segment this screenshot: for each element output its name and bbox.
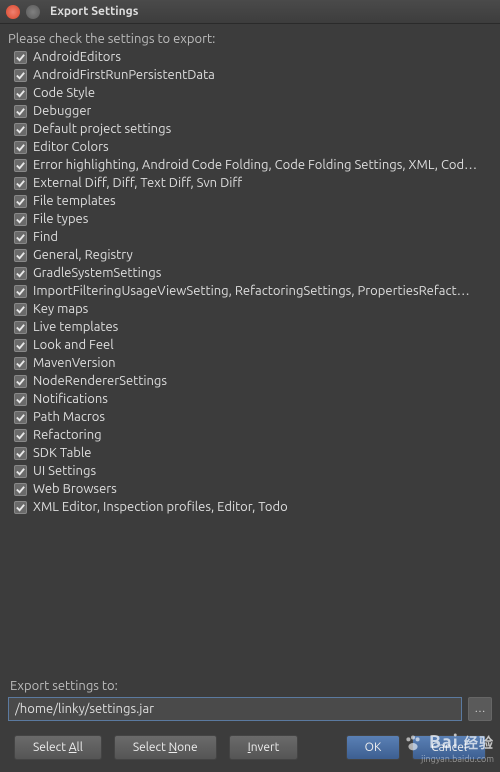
browse-button[interactable]: …: [468, 697, 492, 721]
list-item[interactable]: UI Settings: [8, 462, 492, 480]
list-item-label: Editor Colors: [33, 140, 109, 154]
list-item[interactable]: Default project settings: [8, 120, 492, 138]
list-item[interactable]: XML Editor, Inspection profiles, Editor,…: [8, 498, 492, 516]
list-item-label: Key maps: [33, 302, 88, 316]
list-item-label: Error highlighting, Android Code Folding…: [33, 158, 477, 172]
minimize-icon[interactable]: [26, 5, 40, 19]
export-path-input[interactable]: [8, 697, 462, 721]
list-item-label: NodeRendererSettings: [33, 374, 167, 388]
list-item[interactable]: AndroidFirstRunPersistentData: [8, 66, 492, 84]
list-item-label: Debugger: [33, 104, 91, 118]
list-item-label: File templates: [33, 194, 116, 208]
list-item[interactable]: Refactoring: [8, 426, 492, 444]
list-item[interactable]: External Diff, Diff, Text Diff, Svn Diff: [8, 174, 492, 192]
list-item[interactable]: File templates: [8, 192, 492, 210]
list-item-label: Notifications: [33, 392, 108, 406]
button-bar: Select All Select None Invert OK Cancel: [8, 735, 492, 772]
checkbox-icon[interactable]: [14, 195, 27, 208]
checkbox-icon[interactable]: [14, 429, 27, 442]
list-item[interactable]: Look and Feel: [8, 336, 492, 354]
list-item[interactable]: MavenVersion: [8, 354, 492, 372]
checkbox-icon[interactable]: [14, 69, 27, 82]
list-item[interactable]: ImportFilteringUsageViewSetting, Refacto…: [8, 282, 492, 300]
list-item-label: Find: [33, 230, 58, 244]
checkbox-icon[interactable]: [14, 321, 27, 334]
list-item[interactable]: General, Registry: [8, 246, 492, 264]
list-item-label: Live templates: [33, 320, 118, 334]
list-item-label: File types: [33, 212, 88, 226]
close-icon[interactable]: [6, 5, 20, 19]
cancel-button[interactable]: Cancel: [412, 735, 486, 760]
checkbox-icon[interactable]: [14, 87, 27, 100]
list-item-label: Look and Feel: [33, 338, 114, 352]
content-area: Please check the settings to export: And…: [0, 24, 500, 772]
list-item[interactable]: Key maps: [8, 300, 492, 318]
list-item[interactable]: GradleSystemSettings: [8, 264, 492, 282]
ok-button[interactable]: OK: [346, 735, 401, 760]
list-item-label: SDK Table: [33, 446, 91, 460]
checkbox-icon[interactable]: [14, 213, 27, 226]
checkbox-icon[interactable]: [14, 177, 27, 190]
list-item-label: AndroidFirstRunPersistentData: [33, 68, 215, 82]
prompt-text: Please check the settings to export:: [8, 32, 492, 46]
checkbox-icon[interactable]: [14, 285, 27, 298]
list-item[interactable]: Live templates: [8, 318, 492, 336]
checkbox-icon[interactable]: [14, 303, 27, 316]
checkbox-icon[interactable]: [14, 465, 27, 478]
list-item[interactable]: Debugger: [8, 102, 492, 120]
checkbox-icon[interactable]: [14, 483, 27, 496]
list-item[interactable]: Web Browsers: [8, 480, 492, 498]
checkbox-icon[interactable]: [14, 51, 27, 64]
window-title: Export Settings: [50, 5, 138, 18]
checkbox-icon[interactable]: [14, 123, 27, 136]
list-item[interactable]: File types: [8, 210, 492, 228]
list-item-label: General, Registry: [33, 248, 133, 262]
list-item-label: Code Style: [33, 86, 95, 100]
checkbox-icon[interactable]: [14, 447, 27, 460]
list-item-label: Refactoring: [33, 428, 102, 442]
checkbox-icon[interactable]: [14, 231, 27, 244]
list-item[interactable]: Code Style: [8, 84, 492, 102]
checkbox-icon[interactable]: [14, 501, 27, 514]
list-item-label: External Diff, Diff, Text Diff, Svn Diff: [33, 176, 242, 190]
list-item-label: Web Browsers: [33, 482, 117, 496]
checkbox-icon[interactable]: [14, 105, 27, 118]
list-item[interactable]: AndroidEditors: [8, 48, 492, 66]
list-item[interactable]: Editor Colors: [8, 138, 492, 156]
checkbox-icon[interactable]: [14, 357, 27, 370]
list-item[interactable]: Path Macros: [8, 408, 492, 426]
checkbox-icon[interactable]: [14, 339, 27, 352]
titlebar: Export Settings: [0, 0, 500, 24]
checkbox-icon[interactable]: [14, 267, 27, 280]
list-item[interactable]: SDK Table: [8, 444, 492, 462]
list-item[interactable]: Notifications: [8, 390, 492, 408]
checkbox-icon[interactable]: [14, 249, 27, 262]
list-item[interactable]: NodeRendererSettings: [8, 372, 492, 390]
select-all-button[interactable]: Select All: [14, 735, 102, 760]
list-item-label: Default project settings: [33, 122, 171, 136]
list-item-label: AndroidEditors: [33, 50, 121, 64]
checkbox-icon[interactable]: [14, 393, 27, 406]
list-item-label: Path Macros: [33, 410, 105, 424]
select-none-button[interactable]: Select None: [114, 735, 217, 760]
settings-list: AndroidEditors AndroidFirstRunPersistentD…: [8, 48, 492, 516]
checkbox-icon[interactable]: [14, 375, 27, 388]
invert-button[interactable]: Invert: [229, 735, 299, 760]
checkbox-icon[interactable]: [14, 411, 27, 424]
list-item-label: GradleSystemSettings: [33, 266, 161, 280]
export-label: Export settings to:: [10, 679, 492, 693]
list-item[interactable]: Find: [8, 228, 492, 246]
list-item-label: XML Editor, Inspection profiles, Editor,…: [33, 500, 288, 514]
list-item[interactable]: Error highlighting, Android Code Folding…: [8, 156, 492, 174]
list-item-label: ImportFilteringUsageViewSetting, Refacto…: [33, 284, 470, 298]
checkbox-icon[interactable]: [14, 141, 27, 154]
list-item-label: MavenVersion: [33, 356, 116, 370]
list-item-label: UI Settings: [33, 464, 96, 478]
checkbox-icon[interactable]: [14, 159, 27, 172]
